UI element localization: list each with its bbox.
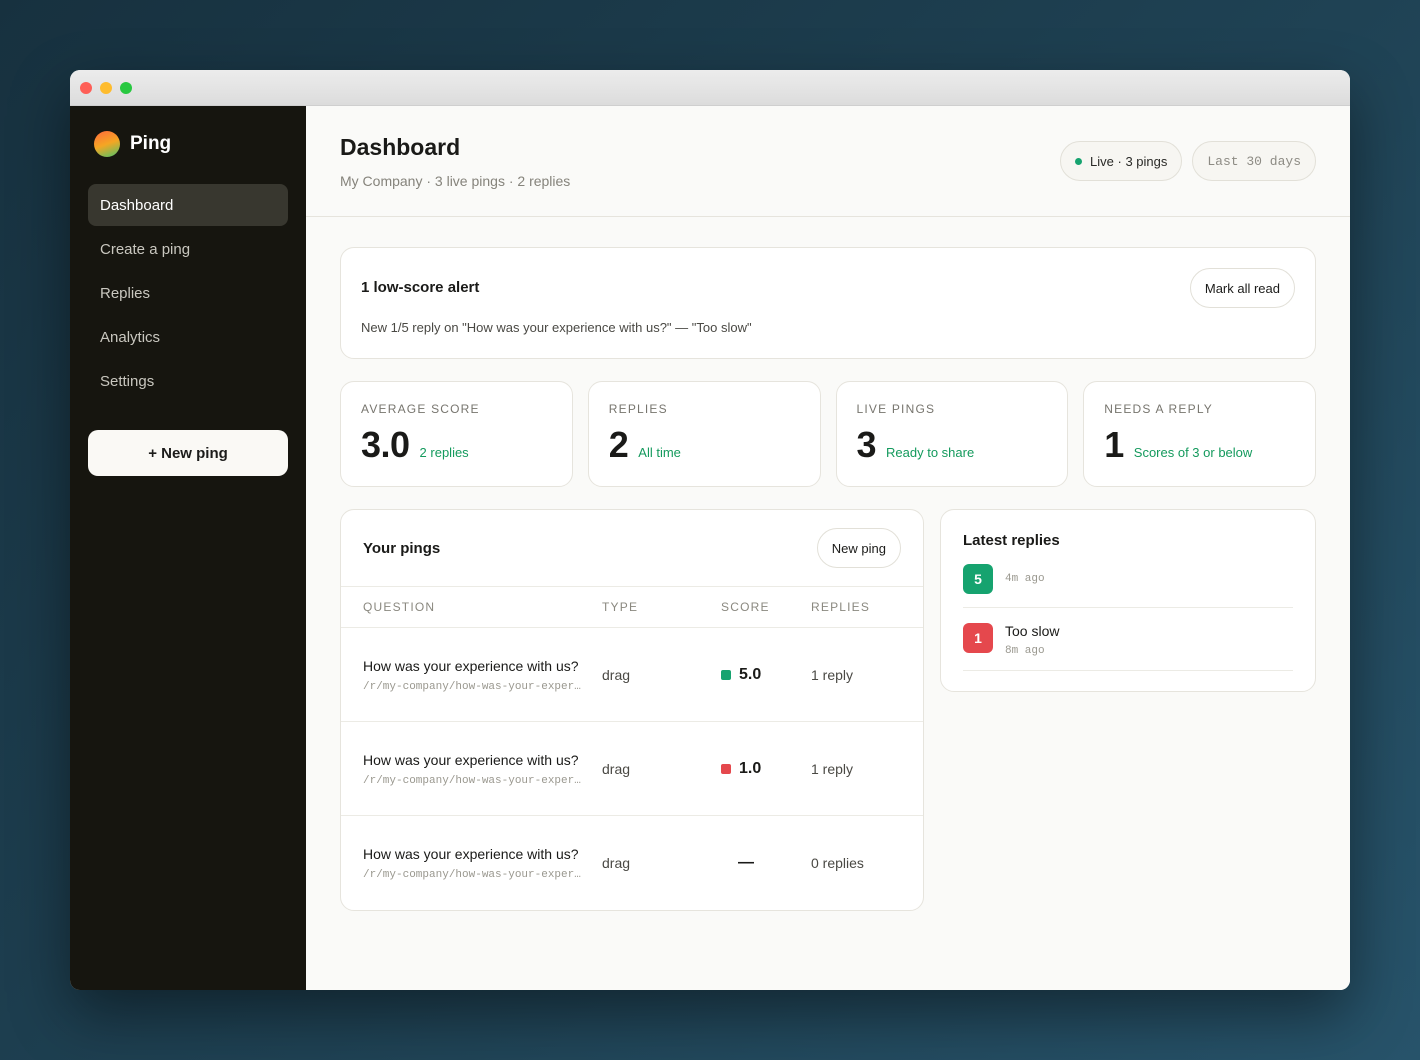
replies-cell: 0 replies <box>811 855 864 871</box>
reply-time: 8m ago <box>1005 645 1045 657</box>
latest-replies-card: Latest replies 5 4m ago 1 Too slow 8m ag <box>940 509 1316 692</box>
stat-row: 3.0 2 replies <box>361 424 552 466</box>
question-title[interactable]: How was your experience with us? <box>363 845 585 864</box>
stat-value: 3 <box>856 424 877 465</box>
stat-note: Ready to share <box>886 445 975 460</box>
score-cell: — <box>721 854 811 872</box>
stat-label: REPLIES <box>608 402 668 416</box>
column-header-replies[interactable]: REPLIES <box>811 600 901 614</box>
low-score-alert-card: 1 low-score alert New 1/5 reply on "How … <box>340 247 1316 359</box>
stat-value: 3.0 <box>361 424 410 465</box>
your-pings-title: Your pings <box>363 539 441 557</box>
stat-label: AVERAGE SCORE <box>361 402 480 416</box>
sidebar-item-dashboard[interactable]: Dashboard <box>88 184 288 226</box>
minimize-window-button[interactable] <box>100 81 112 94</box>
table-row[interactable]: How was your experience with us? /r/my-c… <box>341 816 923 910</box>
sidebar-item-replies[interactable]: Replies <box>88 272 288 314</box>
new-ping-button[interactable]: New ping <box>816 528 901 568</box>
type-cell: drag <box>602 760 631 777</box>
lower-section: Your pings New ping QUESTION TYPE SCORE … <box>340 509 1316 911</box>
stat-note: Scores of 3 or below <box>1133 445 1253 460</box>
replies-cell: 1 reply <box>811 666 854 683</box>
stat-card-replies: REPLIES 2 All time <box>587 381 821 487</box>
close-window-button[interactable] <box>80 81 92 94</box>
score-cell: 1.0 <box>721 760 811 778</box>
score-value: 1.0 <box>721 760 811 778</box>
app-body: Ping Dashboard Create a ping Replies Ana… <box>70 106 1350 990</box>
question-cell: How was your experience with us? /r/my-c… <box>363 845 602 881</box>
alert-text: New 1/5 reply on "How was your experienc… <box>361 320 752 335</box>
question-cell: How was your experience with us? /r/my-c… <box>363 657 602 693</box>
stat-card-live-pings: LIVE PINGS 3 Ready to share <box>835 381 1069 487</box>
dashboard-content: 1 low-score alert New 1/5 reply on "How … <box>306 217 1350 911</box>
reply-body: Too slow 8m ago <box>1005 623 1059 657</box>
pings-table-header: QUESTION TYPE SCORE REPLIES <box>341 587 923 628</box>
score-empty: — <box>738 854 754 871</box>
app-window: Ping Dashboard Create a ping Replies Ana… <box>70 70 1350 990</box>
stat-note: 2 replies <box>419 445 469 460</box>
stats-row: AVERAGE SCORE 3.0 2 replies REPLIES 2 Al… <box>340 381 1316 487</box>
mark-all-read-button[interactable]: Mark all read <box>1189 268 1295 308</box>
column-header-score[interactable]: SCORE <box>721 600 811 614</box>
alert-title: 1 low-score alert <box>361 279 480 296</box>
column-header-question[interactable]: QUESTION <box>363 600 602 614</box>
sidebar-new-ping-button[interactable]: + New ping <box>88 430 288 476</box>
reply-item[interactable]: 1 Too slow 8m ago <box>963 608 1293 671</box>
question-cell: How was your experience with us? /r/my-c… <box>363 751 602 787</box>
table-row[interactable]: How was your experience with us? /r/my-c… <box>341 722 923 816</box>
stat-note: All time <box>638 445 681 460</box>
title-bar <box>70 70 1350 106</box>
page-header: Dashboard My Company · 3 live pings · 2 … <box>306 106 1350 217</box>
sidebar: Ping Dashboard Create a ping Replies Ana… <box>70 106 306 990</box>
live-dot-icon <box>1075 157 1083 165</box>
zoom-window-button[interactable] <box>120 81 132 94</box>
type-cell: drag <box>602 855 631 871</box>
score-indicator-icon <box>721 669 731 680</box>
sidebar-nav: Dashboard Create a ping Replies Analytic… <box>88 184 288 402</box>
live-status-label: Live · 3 pings <box>1090 153 1168 169</box>
score-text: 1.0 <box>739 759 762 777</box>
table-row[interactable]: How was your experience with us? /r/my-c… <box>341 628 923 722</box>
question-link[interactable]: /r/my-company/how-was-your-experience-wi… <box>363 775 585 787</box>
question-link[interactable]: /r/my-company/how-was-your-experience-wi… <box>363 869 585 881</box>
reply-item[interactable]: 5 4m ago <box>963 549 1293 608</box>
brand-name: Ping <box>130 133 172 154</box>
question-link[interactable]: /r/my-company/how-was-your-experience-wi… <box>363 681 585 693</box>
reply-score-badge: 1 <box>963 623 993 653</box>
stat-row: 1 Scores of 3 or below <box>1104 424 1295 466</box>
stat-label: LIVE PINGS <box>856 402 936 416</box>
reply-score-badge: 5 <box>963 564 993 594</box>
latest-replies-title: Latest replies <box>963 532 1060 549</box>
your-pings-header: Your pings New ping <box>341 510 923 587</box>
sidebar-item-create-a-ping[interactable]: Create a ping <box>88 228 288 270</box>
stat-row: 2 All time <box>609 424 800 466</box>
date-range-selector[interactable]: Last 30 days <box>1192 141 1316 181</box>
reply-time: 4m ago <box>1005 573 1045 585</box>
sidebar-item-settings[interactable]: Settings <box>88 360 288 402</box>
question-title[interactable]: How was your experience with us? <box>363 657 585 676</box>
main-content: Dashboard My Company · 3 live pings · 2 … <box>306 106 1350 990</box>
stat-row: 3 Ready to share <box>857 424 1048 466</box>
live-status-pill[interactable]: Live · 3 pings <box>1060 141 1183 181</box>
reply-body: 4m ago <box>1005 564 1045 594</box>
question-title[interactable]: How was your experience with us? <box>363 751 585 770</box>
score-text: 5.0 <box>739 665 762 683</box>
score-indicator-icon <box>721 763 731 774</box>
score-value: 5.0 <box>721 666 811 684</box>
header-controls: Live · 3 pings Last 30 days <box>1060 141 1316 181</box>
sidebar-item-analytics[interactable]: Analytics <box>88 316 288 358</box>
stat-label: NEEDS A REPLY <box>1104 402 1214 416</box>
reply-text: Too slow <box>1005 623 1060 639</box>
ping-logo-icon <box>94 131 120 157</box>
column-header-type[interactable]: TYPE <box>602 600 721 614</box>
stat-card-average-score: AVERAGE SCORE 3.0 2 replies <box>340 381 573 487</box>
stat-card-needs-a-reply: NEEDS A REPLY 1 Scores of 3 or below <box>1083 381 1316 487</box>
brand[interactable]: Ping <box>88 106 288 182</box>
stat-value: 1 <box>1104 424 1124 465</box>
type-cell: drag <box>602 666 631 683</box>
stat-value: 2 <box>608 424 629 465</box>
replies-cell: 1 reply <box>811 760 854 777</box>
your-pings-card: Your pings New ping QUESTION TYPE SCORE … <box>340 509 924 911</box>
score-cell: 5.0 <box>721 666 811 684</box>
